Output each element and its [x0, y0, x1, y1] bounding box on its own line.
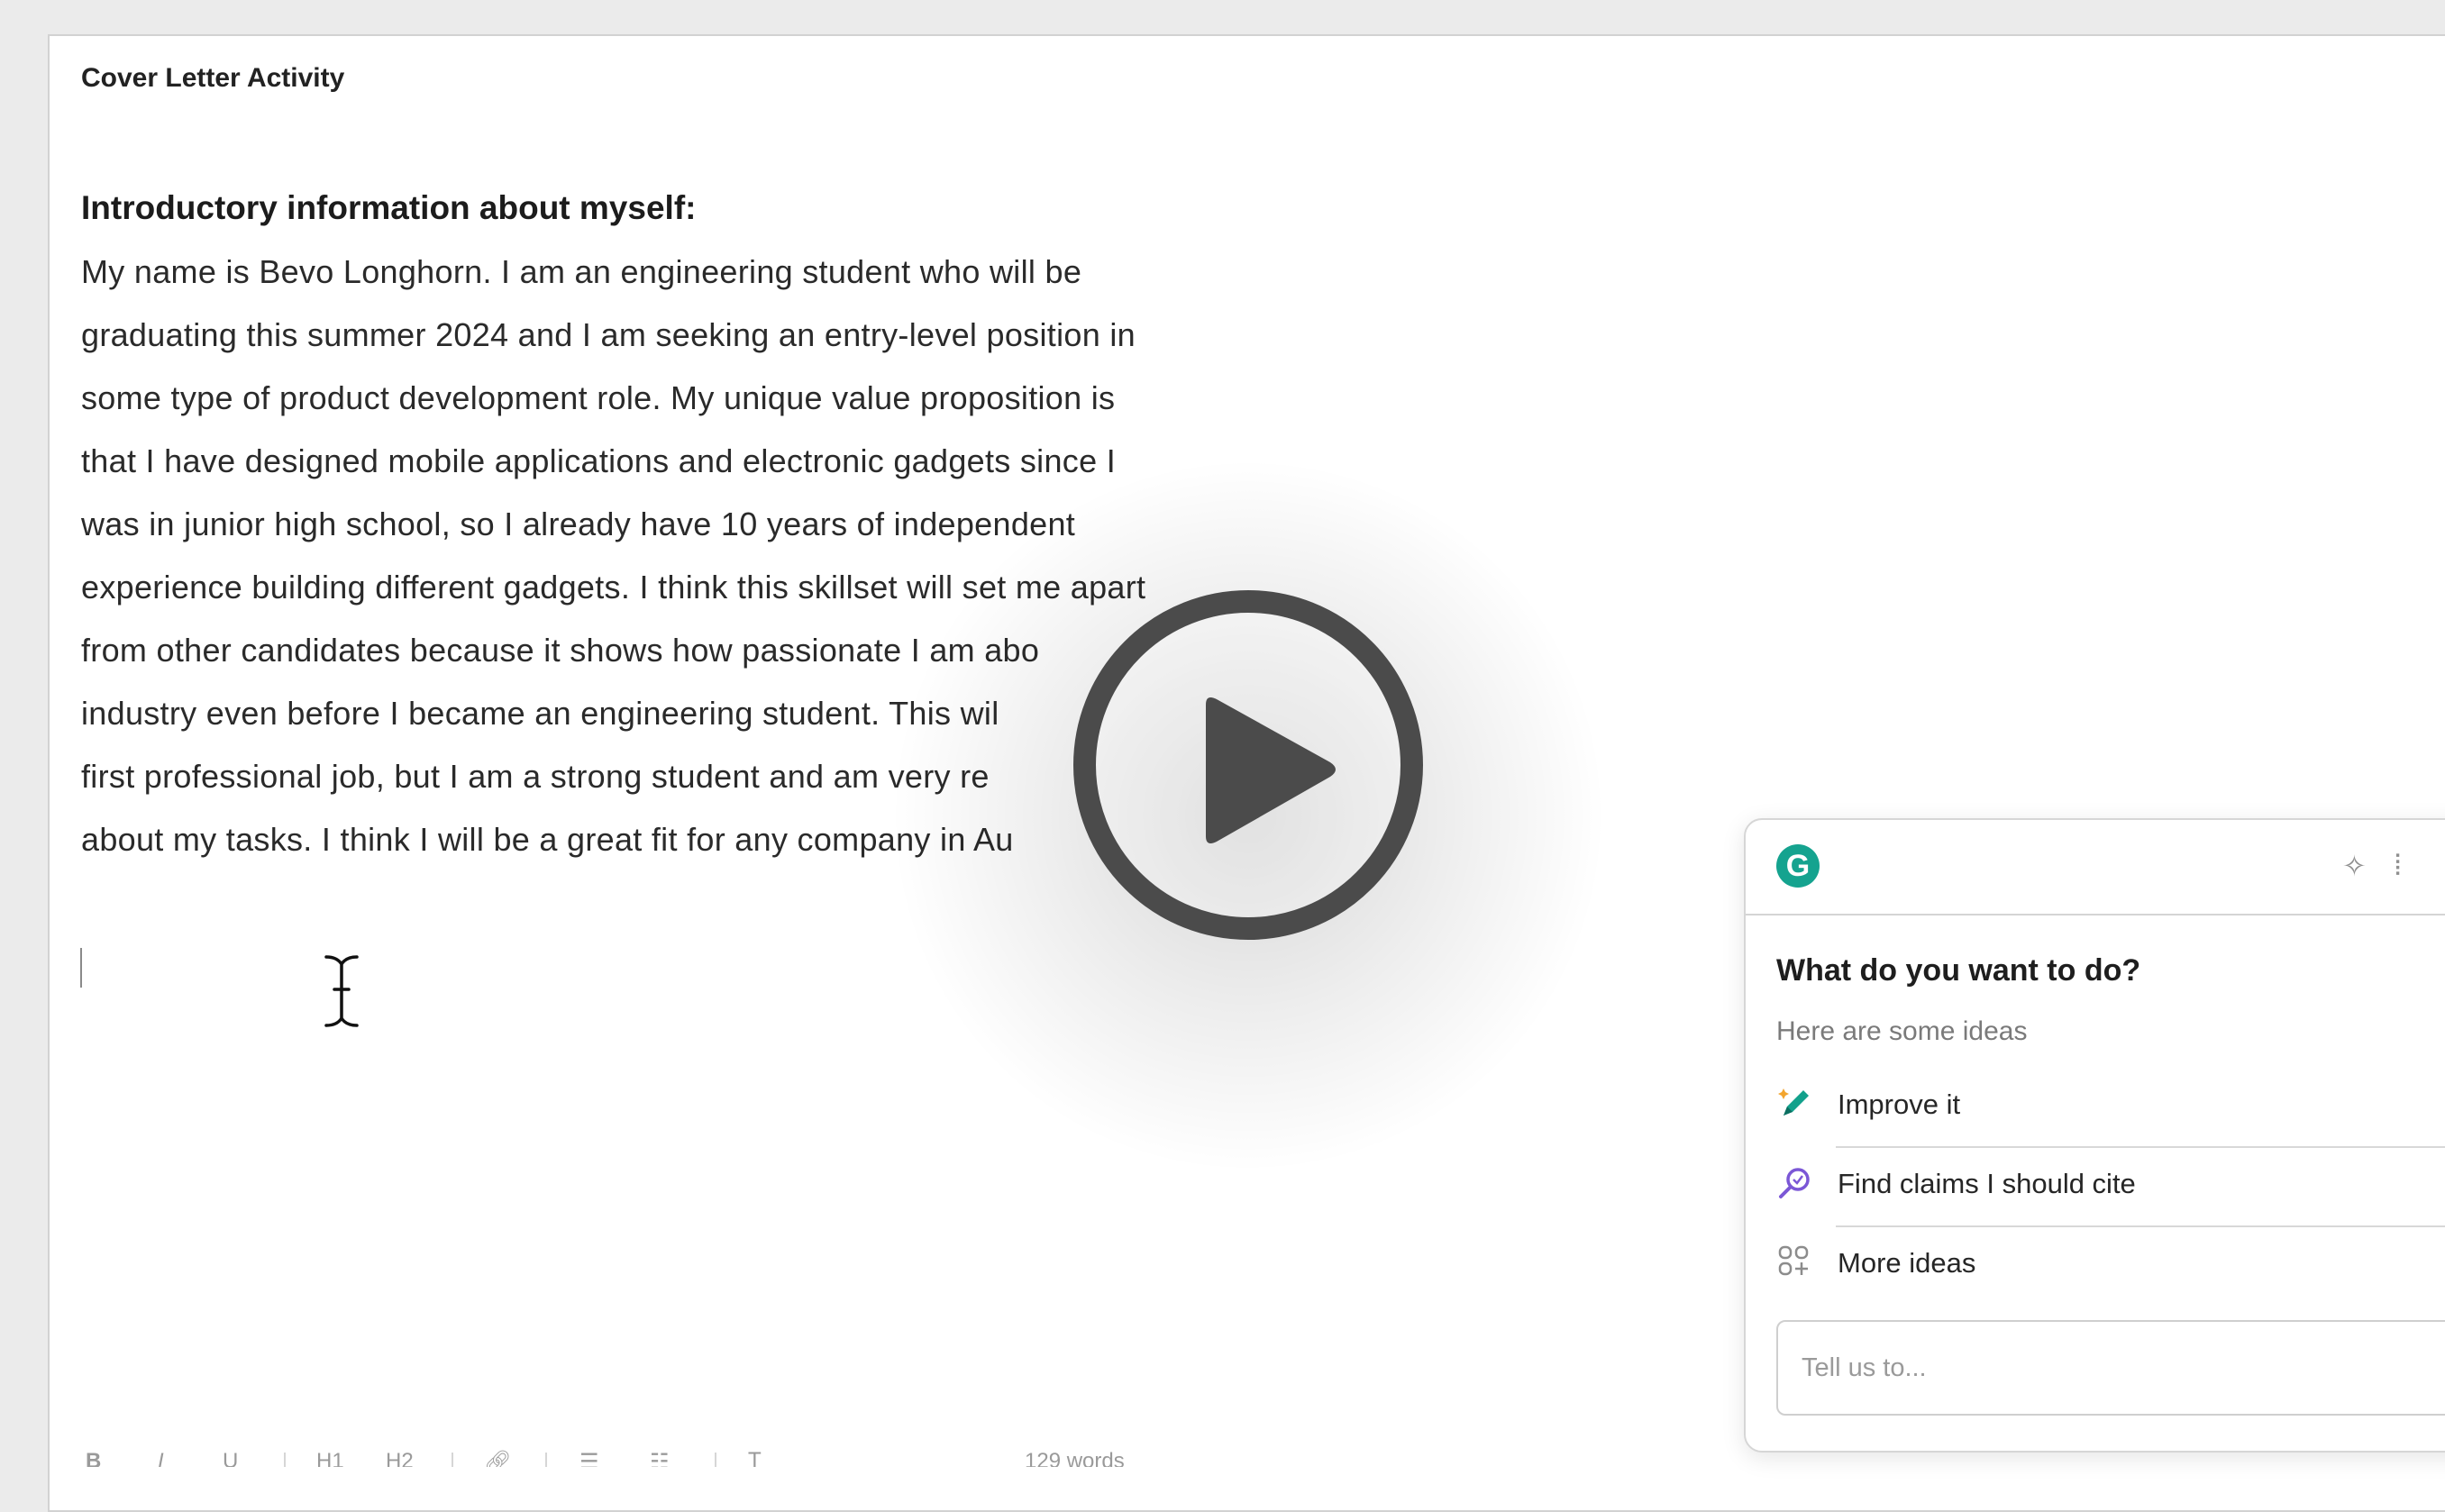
sparkle-icon[interactable]: ✧: [2342, 849, 2367, 883]
panel-question: What do you want to do?: [1776, 953, 2141, 988]
link-icon[interactable]: 🔗︎: [484, 1449, 511, 1467]
option-more-ideas[interactable]: More ideas: [1776, 1233, 2445, 1299]
voice-icon[interactable]: ⦙: [2395, 849, 2401, 883]
option-label: Improve it: [1838, 1088, 1961, 1120]
play-icon: [1206, 697, 1336, 843]
bold-button[interactable]: B: [86, 1449, 101, 1467]
body-line: My name is Bevo Longhorn. I am an engine…: [81, 253, 1082, 290]
heading2-button[interactable]: H2: [386, 1449, 414, 1467]
body-line: graduating this summer 2024 and I am see…: [81, 316, 1136, 353]
italic-button[interactable]: I: [158, 1449, 164, 1467]
option-label: More ideas: [1838, 1247, 1976, 1279]
ibeam-cursor-icon: [324, 955, 359, 1027]
toolbar-divider: [284, 1453, 286, 1467]
play-button[interactable]: [1073, 590, 1423, 940]
option-find-claims[interactable]: Find claims I should cite: [1776, 1153, 2445, 1220]
formatting-toolbar: B I U H1 H2 🔗︎ ☰ ☷ Ꭲ 129 words: [48, 1442, 1715, 1467]
panel-subtitle: Here are some ideas: [1776, 1016, 2028, 1046]
heading1-button[interactable]: H1: [316, 1449, 344, 1467]
panel-header: G ✧ ⦙: [1746, 820, 2445, 915]
document-title: Cover Letter Activity: [81, 63, 345, 93]
body-line: some type of product development role. M…: [81, 379, 1116, 416]
bulleted-list-icon[interactable]: ☷: [650, 1449, 670, 1467]
toolbar-divider: [715, 1453, 716, 1467]
clear-format-icon[interactable]: Ꭲ: [749, 1449, 762, 1467]
toolbar-divider: [452, 1453, 453, 1467]
option-improve-it[interactable]: Improve it: [1776, 1074, 2445, 1141]
word-count[interactable]: 129 words: [1025, 1449, 1125, 1467]
option-label: Find claims I should cite: [1838, 1168, 2136, 1199]
underline-button[interactable]: U: [223, 1449, 238, 1467]
grid-plus-icon: [1778, 1245, 1809, 1276]
pencil-sparkle-icon: [1778, 1088, 1809, 1116]
grammarly-logo: G: [1776, 844, 1820, 888]
toolbar-divider: [545, 1453, 547, 1467]
option-divider: [1836, 1146, 2445, 1148]
tell-us-input[interactable]: [1776, 1320, 2445, 1416]
numbered-list-icon[interactable]: ☰: [579, 1449, 599, 1467]
option-divider: [1836, 1225, 2445, 1227]
text-caret: [80, 948, 82, 988]
assistant-panel: G ✧ ⦙ What do you want to do? Here are s…: [1744, 818, 2445, 1453]
intro-heading: Introductory information about myself:: [81, 189, 697, 226]
magnifier-icon: [1779, 1168, 1810, 1198]
